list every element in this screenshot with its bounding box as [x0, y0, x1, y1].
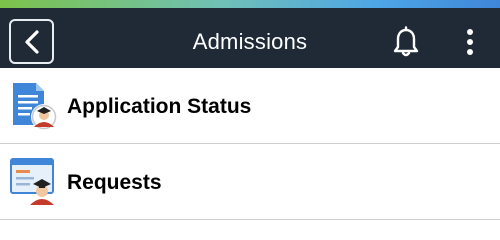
bell-icon [393, 26, 419, 57]
app-header: Admissions [0, 8, 500, 68]
page-title: Admissions [192, 29, 308, 54]
notifications-button[interactable] [390, 24, 422, 60]
header-accent-strip [0, 0, 500, 8]
list-item-label: Requests [67, 171, 162, 194]
menu-list: Application Status Requests [0, 68, 500, 220]
list-item-application-status[interactable]: Application Status [0, 68, 500, 144]
requests-icon [10, 158, 54, 205]
chevron-left-icon [24, 29, 39, 54]
kebab-menu-icon [467, 29, 473, 55]
back-button[interactable] [9, 19, 54, 64]
list-item-label: Application Status [67, 95, 252, 118]
list-item-requests[interactable]: Requests [0, 144, 500, 220]
more-options-button[interactable] [458, 24, 482, 60]
application-status-icon [13, 83, 57, 130]
